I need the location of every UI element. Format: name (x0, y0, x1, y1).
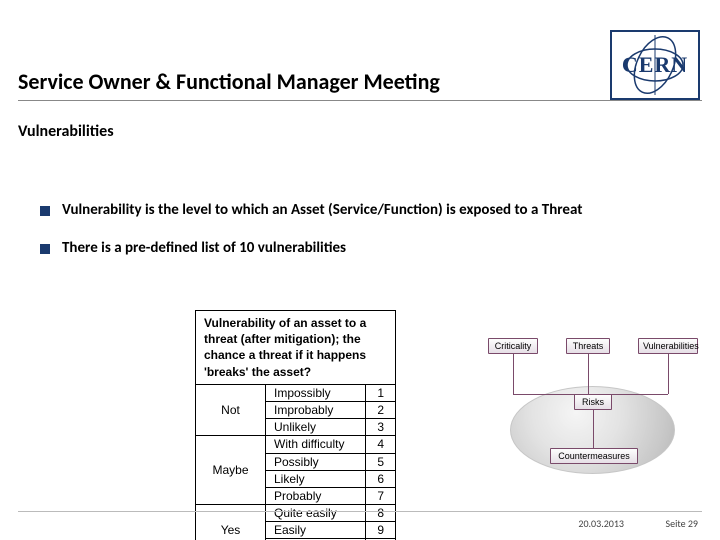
diagram-box-criticality: Criticality (488, 338, 538, 354)
bullet-list: Vulnerability is the level to which an A… (40, 200, 680, 277)
footer-date: 20.03.2013 (578, 517, 624, 530)
cell: Improbably (266, 401, 366, 418)
cell: Impossibly (266, 384, 366, 401)
slide: CERN Service Owner & Functional Manager … (0, 0, 720, 540)
title-divider (18, 100, 702, 101)
cell: 2 (366, 401, 396, 418)
cern-logo: CERN (610, 30, 700, 100)
diagram-box-countermeasures: Countermeasures (550, 448, 638, 464)
cell: With difficulty (266, 436, 366, 453)
table-header: Vulnerability of an asset to a threat (a… (196, 311, 396, 385)
bullet-icon (40, 244, 50, 254)
slide-subtitle: Vulnerabilities (18, 122, 114, 141)
list-item: Vulnerability is the level to which an A… (40, 200, 680, 220)
diagram-box-threats: Threats (566, 338, 610, 354)
cell: Possibly (266, 453, 366, 470)
connector-line (668, 354, 669, 394)
bullet-icon (40, 206, 50, 216)
cell: 5 (366, 453, 396, 470)
vulnerability-table: Vulnerability of an asset to a threat (a… (195, 310, 396, 540)
bullet-text: Vulnerability is the level to which an A… (62, 200, 582, 220)
cell: 9 (366, 522, 396, 539)
list-item: There is a pre-defined list of 10 vulner… (40, 238, 680, 258)
cell: Likely (266, 470, 366, 487)
footer-divider (18, 511, 702, 512)
cell: 7 (366, 487, 396, 504)
diagram-box-vulnerabilities: Vulnerabilities (638, 338, 698, 354)
cell: 4 (366, 436, 396, 453)
cell: 3 (366, 419, 396, 436)
connector-line (610, 394, 668, 395)
cell: Unlikely (266, 419, 366, 436)
group-label: Maybe (196, 436, 266, 505)
bullet-text: There is a pre-defined list of 10 vulner… (62, 238, 346, 258)
cell: Easily (266, 522, 366, 539)
footer-page: Seite 29 (666, 517, 698, 530)
cell: Quite easily (266, 505, 366, 522)
logo-rings-icon (610, 30, 700, 100)
diagram-box-risks: Risks (574, 394, 612, 410)
cell: 1 (366, 384, 396, 401)
cell: 6 (366, 470, 396, 487)
connector-line (593, 410, 594, 448)
connector-line (513, 354, 514, 394)
risk-diagram: Criticality Threats Vulnerabilities Risk… (480, 338, 700, 478)
slide-title: Service Owner & Functional Manager Meeti… (18, 68, 440, 95)
cell: Probably (266, 487, 366, 504)
connector-line (513, 394, 575, 395)
group-label: Not (196, 384, 266, 436)
connector-line (588, 354, 589, 394)
cell: 8 (366, 505, 396, 522)
group-label: Yes (196, 505, 266, 540)
